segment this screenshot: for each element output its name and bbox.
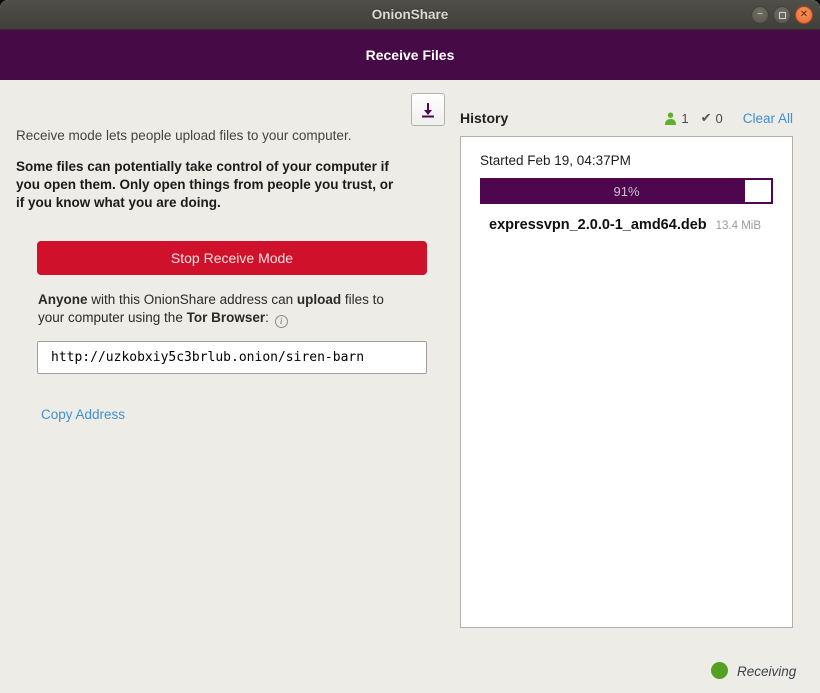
main-content: Receive mode lets people upload files to… <box>0 80 820 693</box>
receive-mode-button[interactable] <box>411 93 445 126</box>
info-icon[interactable]: i <box>275 315 288 328</box>
window-title: OnionShare <box>0 0 820 30</box>
titlebar[interactable]: OnionShare − ✕ <box>0 0 820 30</box>
onion-address-input[interactable] <box>37 341 427 374</box>
close-icon: ✕ <box>800 10 808 20</box>
mode-header: Receive Files <box>0 30 820 80</box>
connected-user-icon <box>664 112 677 125</box>
status-label: Receiving <box>737 664 796 679</box>
clear-all-link[interactable]: Clear All <box>743 111 793 126</box>
minimize-button[interactable]: − <box>751 6 769 24</box>
progress-percent-label: 91% <box>482 180 771 202</box>
status-dot-icon <box>711 662 728 679</box>
upload-started-label: Started Feb 19, 04:37PM <box>480 153 631 168</box>
close-button[interactable]: ✕ <box>795 6 813 24</box>
receive-intro-text: Receive mode lets people upload files to… <box>16 127 351 145</box>
file-name: expressvpn_2.0.0-1_amd64.deb <box>489 217 707 233</box>
copy-address-link[interactable]: Copy Address <box>41 407 125 422</box>
file-size: 13.4 MiB <box>716 220 761 232</box>
address-note-text: Anyone with this OnionShare address can … <box>38 291 440 328</box>
stop-receive-button[interactable]: Stop Receive Mode <box>37 241 427 275</box>
receive-warning-text: Some files can potentially take control … <box>16 158 454 212</box>
history-stats: 1 ✔ 0 Clear All <box>664 110 793 126</box>
download-icon <box>419 101 437 119</box>
completed-count: 0 <box>715 111 722 126</box>
address-note-rich: Anyone with this OnionShare address can … <box>38 292 384 325</box>
mode-header-title: Receive Files <box>0 30 820 80</box>
onionshare-window: OnionShare − ✕ Receive Files Receive mod… <box>0 0 820 693</box>
connected-count: 1 <box>681 111 688 126</box>
history-header: History 1 ✔ 0 Clear All <box>460 108 793 128</box>
maximize-icon <box>779 12 786 19</box>
minimize-icon: − <box>757 10 763 20</box>
history-title: History <box>460 110 508 126</box>
maximize-button[interactable] <box>773 6 791 24</box>
upload-progress-bar: 91% <box>480 178 773 204</box>
completed-check-icon: ✔ <box>701 110 712 126</box>
uploaded-file-row: expressvpn_2.0.0-1_amd64.deb 13.4 MiB <box>489 217 761 233</box>
history-list[interactable]: Started Feb 19, 04:37PM 91% expressvpn_2… <box>460 136 793 628</box>
